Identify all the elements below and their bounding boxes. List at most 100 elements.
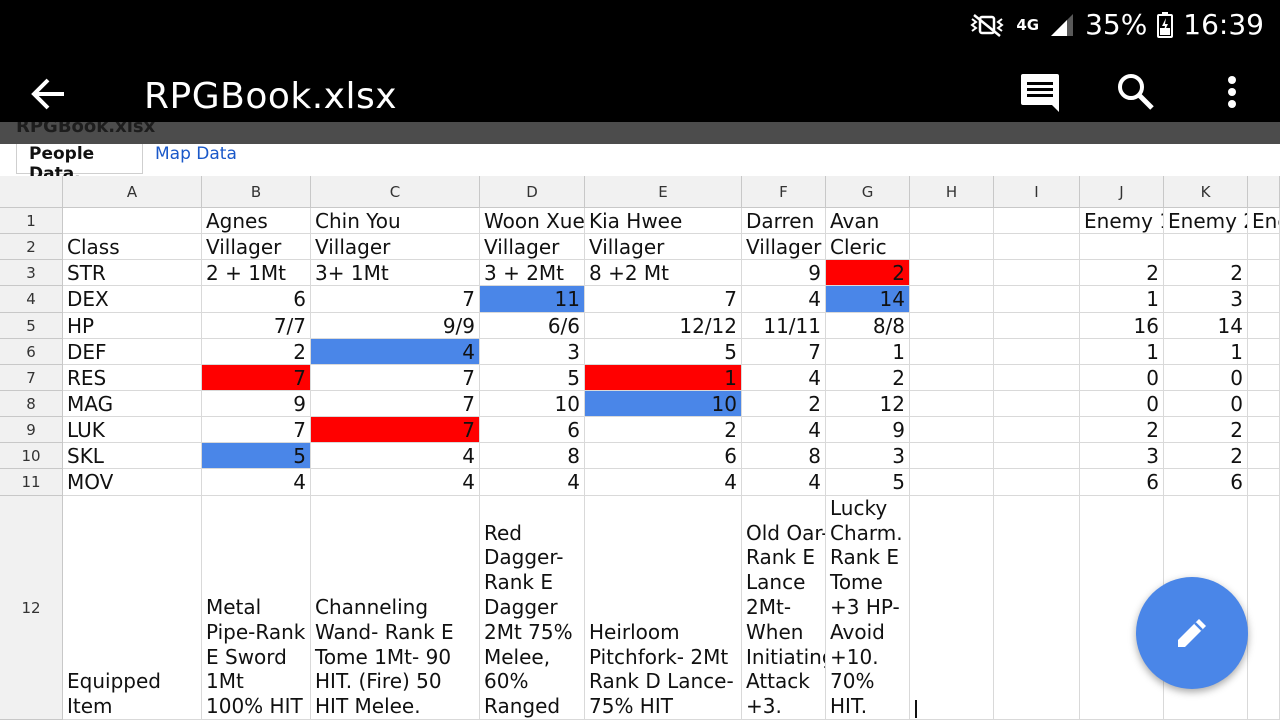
cell-e5[interactable]: 12/12 [585,313,742,339]
row-header-11[interactable]: 11 [0,469,63,496]
cell-a7[interactable]: RES [63,365,202,391]
row-header-1[interactable]: 1 [0,208,63,234]
cell-a3[interactable]: STR [63,260,202,286]
cell-h7[interactable] [910,365,994,391]
cell-g1[interactable]: Avan [826,208,910,234]
cell-b9[interactable]: 7 [202,417,311,443]
cell-f4[interactable]: 4 [742,286,826,313]
row-header-9[interactable]: 9 [0,417,63,443]
cell-e7[interactable]: 1 [585,365,742,391]
column-header-d[interactable]: D [480,176,585,208]
cell-a5[interactable]: HP [63,313,202,339]
cell-d6[interactable]: 3 [480,339,585,365]
cell-l12[interactable] [1248,496,1280,720]
cell-h10[interactable] [910,443,994,469]
cell-h4[interactable] [910,286,994,313]
cell-k6[interactable]: 1 [1164,339,1248,365]
column-header-l[interactable] [1248,176,1280,208]
cell-c9[interactable]: 7 [311,417,480,443]
select-all-corner[interactable] [0,176,63,208]
cell-d2[interactable]: Villager [480,234,585,260]
cell-e1[interactable]: Kia Hwee [585,208,742,234]
column-header-b[interactable]: B [202,176,311,208]
row-header-12[interactable]: 12 [0,496,63,720]
cell-h8[interactable] [910,391,994,417]
cell-f2[interactable]: Villager [742,234,826,260]
cell-j11[interactable]: 6 [1080,469,1164,496]
cell-h9[interactable] [910,417,994,443]
cell-f3[interactable]: 9 [742,260,826,286]
cell-c1[interactable]: Chin You [311,208,480,234]
cell-j6[interactable]: 1 [1080,339,1164,365]
cell-d5[interactable]: 6/6 [480,313,585,339]
cell-k4[interactable]: 3 [1164,286,1248,313]
cell-d12[interactable]: Red Dagger-Rank E Dagger 2Mt 75% Melee, … [480,496,585,720]
column-header-c[interactable]: C [311,176,480,208]
cell-g9[interactable]: 9 [826,417,910,443]
cell-b5[interactable]: 7/7 [202,313,311,339]
cell-d10[interactable]: 8 [480,443,585,469]
cell-f10[interactable]: 8 [742,443,826,469]
cell-l4[interactable] [1248,286,1280,313]
cell-b8[interactable]: 9 [202,391,311,417]
cell-g4[interactable]: 14 [826,286,910,313]
cell-b3[interactable]: 2 + 1Mt [202,260,311,286]
cell-a12[interactable]: Equipped Item [63,496,202,720]
cell-e6[interactable]: 5 [585,339,742,365]
cell-e3[interactable]: 8 +2 Mt [585,260,742,286]
edit-fab-button[interactable] [1136,577,1248,689]
cell-b11[interactable]: 4 [202,469,311,496]
cell-c3[interactable]: 3+ 1Mt [311,260,480,286]
cell-d8[interactable]: 10 [480,391,585,417]
cell-k1[interactable]: Enemy 2 [1164,208,1248,234]
cell-l10[interactable] [1248,443,1280,469]
cell-b2[interactable]: Villager [202,234,311,260]
cell-a11[interactable]: MOV [63,469,202,496]
cell-f5[interactable]: 11/11 [742,313,826,339]
cell-d1[interactable]: Woon Xuen [480,208,585,234]
cell-k9[interactable]: 2 [1164,417,1248,443]
back-arrow-icon[interactable] [28,74,68,114]
cell-i5[interactable] [994,313,1080,339]
cell-h2[interactable] [910,234,994,260]
cell-h1[interactable] [910,208,994,234]
cell-e12[interactable]: Heirloom Pitchfork- 2Mt Rank D Lance- 75… [585,496,742,720]
cell-f11[interactable]: 4 [742,469,826,496]
cell-c8[interactable]: 7 [311,391,480,417]
cell-k10[interactable]: 2 [1164,443,1248,469]
cell-k3[interactable]: 2 [1164,260,1248,286]
cell-l3[interactable] [1248,260,1280,286]
tab-people-data[interactable]: People Data. [16,144,143,184]
cell-d4[interactable]: 11 [480,286,585,313]
cell-b10[interactable]: 5 [202,443,311,469]
cell-j10[interactable]: 3 [1080,443,1164,469]
cell-e2[interactable]: Villager [585,234,742,260]
cell-c10[interactable]: 4 [311,443,480,469]
cell-l2[interactable] [1248,234,1280,260]
cell-h6[interactable] [910,339,994,365]
row-header-6[interactable]: 6 [0,339,63,365]
cell-j8[interactable]: 0 [1080,391,1164,417]
cell-f8[interactable]: 2 [742,391,826,417]
cell-k2[interactable] [1164,234,1248,260]
cell-j1[interactable]: Enemy 1 [1080,208,1164,234]
tab-map-data[interactable]: Map Data [143,144,249,174]
cell-f12[interactable]: Old Oar-Rank E Lance 2Mt- When Initiatin… [742,496,826,720]
cell-g10[interactable]: 3 [826,443,910,469]
column-header-k[interactable]: K [1164,176,1248,208]
cell-g11[interactable]: 5 [826,469,910,496]
cell-b4[interactable]: 6 [202,286,311,313]
cell-e8[interactable]: 10 [585,391,742,417]
cell-b7[interactable]: 7 [202,365,311,391]
column-header-i[interactable]: I [994,176,1080,208]
column-header-a[interactable]: A [63,176,202,208]
cell-k7[interactable]: 0 [1164,365,1248,391]
cell-h12[interactable] [910,496,994,720]
cell-l7[interactable] [1248,365,1280,391]
cell-f9[interactable]: 4 [742,417,826,443]
cell-c5[interactable]: 9/9 [311,313,480,339]
cell-g7[interactable]: 2 [826,365,910,391]
row-header-8[interactable]: 8 [0,391,63,417]
cell-j7[interactable]: 0 [1080,365,1164,391]
cell-h5[interactable] [910,313,994,339]
